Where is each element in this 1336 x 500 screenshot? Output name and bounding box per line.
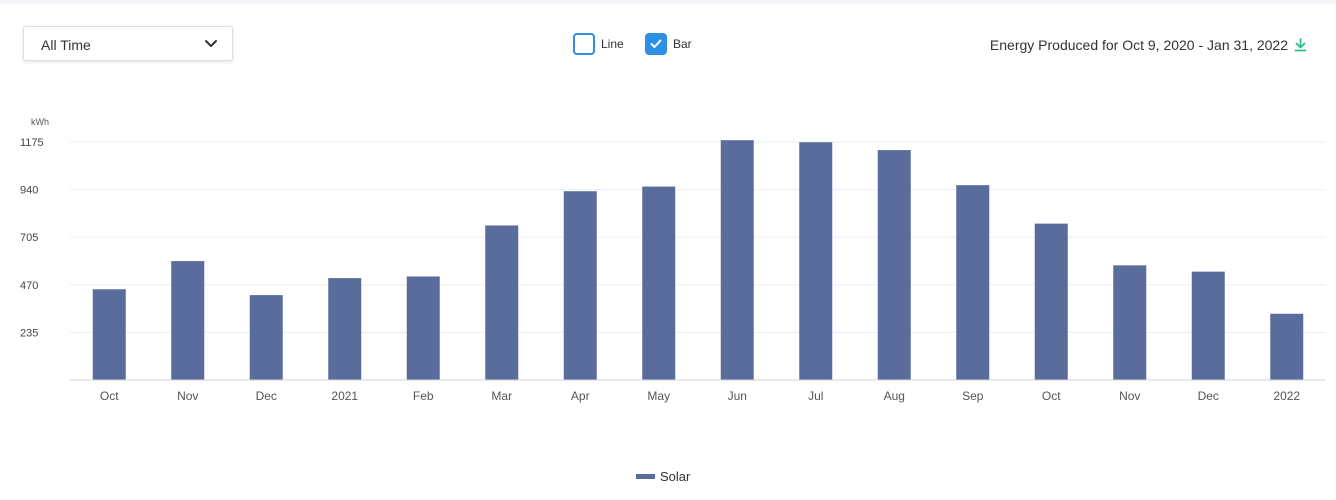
bar-checkbox[interactable] <box>645 33 667 55</box>
energy-bar-chart: 235 470 705 940 1175 kWh Oct Nov Dec 2021 Feb Mar Ap… <box>20 117 1326 403</box>
bar-toggle-label: Bar <box>673 37 692 51</box>
y-axis-unit-label: kWh <box>31 117 49 127</box>
bar-6 <box>563 191 597 380</box>
bar-9 <box>799 142 833 380</box>
x-tick-label: Apr <box>571 389 590 403</box>
y-tick-label: 940 <box>20 185 38 197</box>
line-toggle-label: Line <box>601 37 624 51</box>
x-tick-label: Feb <box>413 389 434 403</box>
bar-view-toggle[interactable]: Bar <box>645 33 700 55</box>
x-tick-label: May <box>647 389 670 403</box>
x-tick-label: Sep <box>962 389 984 403</box>
bar-11 <box>956 185 990 380</box>
x-tick-label: Mar <box>491 389 512 403</box>
bar-1 <box>171 261 205 380</box>
bar-8 <box>720 140 754 380</box>
bar-15 <box>1270 313 1304 380</box>
chevron-down-icon <box>205 40 217 47</box>
line-checkbox[interactable] <box>573 33 595 55</box>
time-range-label: All Time <box>41 37 91 53</box>
bar-4 <box>406 276 440 380</box>
x-tick-label: Jun <box>728 389 747 403</box>
x-tick-label: Nov <box>177 389 198 403</box>
download-icon[interactable] <box>1294 38 1307 52</box>
x-tick-label: Oct <box>1042 389 1061 403</box>
checkmark-icon <box>650 39 662 48</box>
y-tick-label: 705 <box>20 232 38 244</box>
time-range-dropdown[interactable]: All Time <box>23 26 233 61</box>
y-tick-label: 1175 <box>20 137 44 149</box>
x-tick-label: Oct <box>100 389 119 403</box>
legend-swatch-solar <box>636 474 655 479</box>
line-view-toggle[interactable]: Line <box>573 33 633 55</box>
x-tick-label: Dec <box>256 389 277 403</box>
bar-3 <box>328 278 362 380</box>
bar-2 <box>249 295 283 380</box>
x-tick-label: Aug <box>884 389 905 403</box>
y-tick-label: 235 <box>20 327 38 339</box>
bar-0 <box>92 289 126 380</box>
bar-14 <box>1191 271 1225 380</box>
legend-label-solar: Solar <box>660 469 691 484</box>
y-tick-label: 470 <box>20 280 38 292</box>
x-tick-label: 2021 <box>331 389 358 403</box>
x-tick-label: Jul <box>808 389 823 403</box>
bar-5 <box>485 225 519 380</box>
x-tick-label: Nov <box>1119 389 1140 403</box>
top-border <box>0 0 1336 4</box>
bar-10 <box>877 150 911 380</box>
bar-7 <box>642 186 676 380</box>
bar-12 <box>1034 223 1068 380</box>
energy-range-title: Energy Produced for Oct 9, 2020 - Jan 31… <box>989 37 1288 53</box>
x-tick-label: 2022 <box>1273 389 1300 403</box>
bar-13 <box>1113 265 1147 380</box>
x-tick-label: Dec <box>1198 389 1219 403</box>
